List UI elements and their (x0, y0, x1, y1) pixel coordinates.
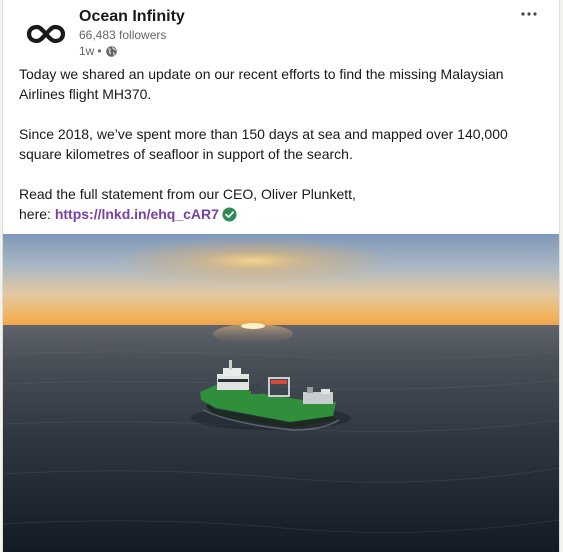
ship-at-sea-image (3, 234, 559, 552)
statement-link[interactable]: https://lnkd.in/ehq_cAR7 (55, 206, 219, 222)
post-time-row: 1w • (79, 43, 185, 59)
more-options-button[interactable] (517, 4, 541, 24)
post-header: Ocean Infinity 66,483 followers 1w • (3, 0, 559, 62)
post-paragraph-3-line-1: Read the full statement from our CEO, Ol… (19, 186, 356, 202)
company-name[interactable]: Ocean Infinity (79, 7, 185, 27)
post-paragraph-2: Since 2018, we’ve spent more than 150 da… (19, 126, 508, 162)
post-image[interactable] (3, 234, 559, 552)
post-text: Today we shared an update on our recent … (19, 64, 549, 224)
globe-icon (105, 45, 117, 57)
post-age: 1w (79, 44, 95, 58)
company-logo[interactable] (21, 9, 71, 59)
verified-check-icon (222, 207, 237, 222)
post-card: Ocean Infinity 66,483 followers 1w • Tod… (2, 0, 560, 552)
post-paragraph-1: Today we shared an update on our recent … (19, 66, 504, 102)
infinity-logo-icon (26, 24, 66, 44)
author-meta: Ocean Infinity 66,483 followers 1w • (79, 7, 185, 59)
ellipsis-icon (521, 12, 537, 16)
post-paragraph-3-line-2: here: https://lnkd.in/ehq_cAR7 (19, 204, 549, 224)
link-prefix: here: (19, 206, 55, 222)
follower-count: 66,483 followers (79, 28, 167, 42)
separator-dot: • (97, 44, 102, 58)
